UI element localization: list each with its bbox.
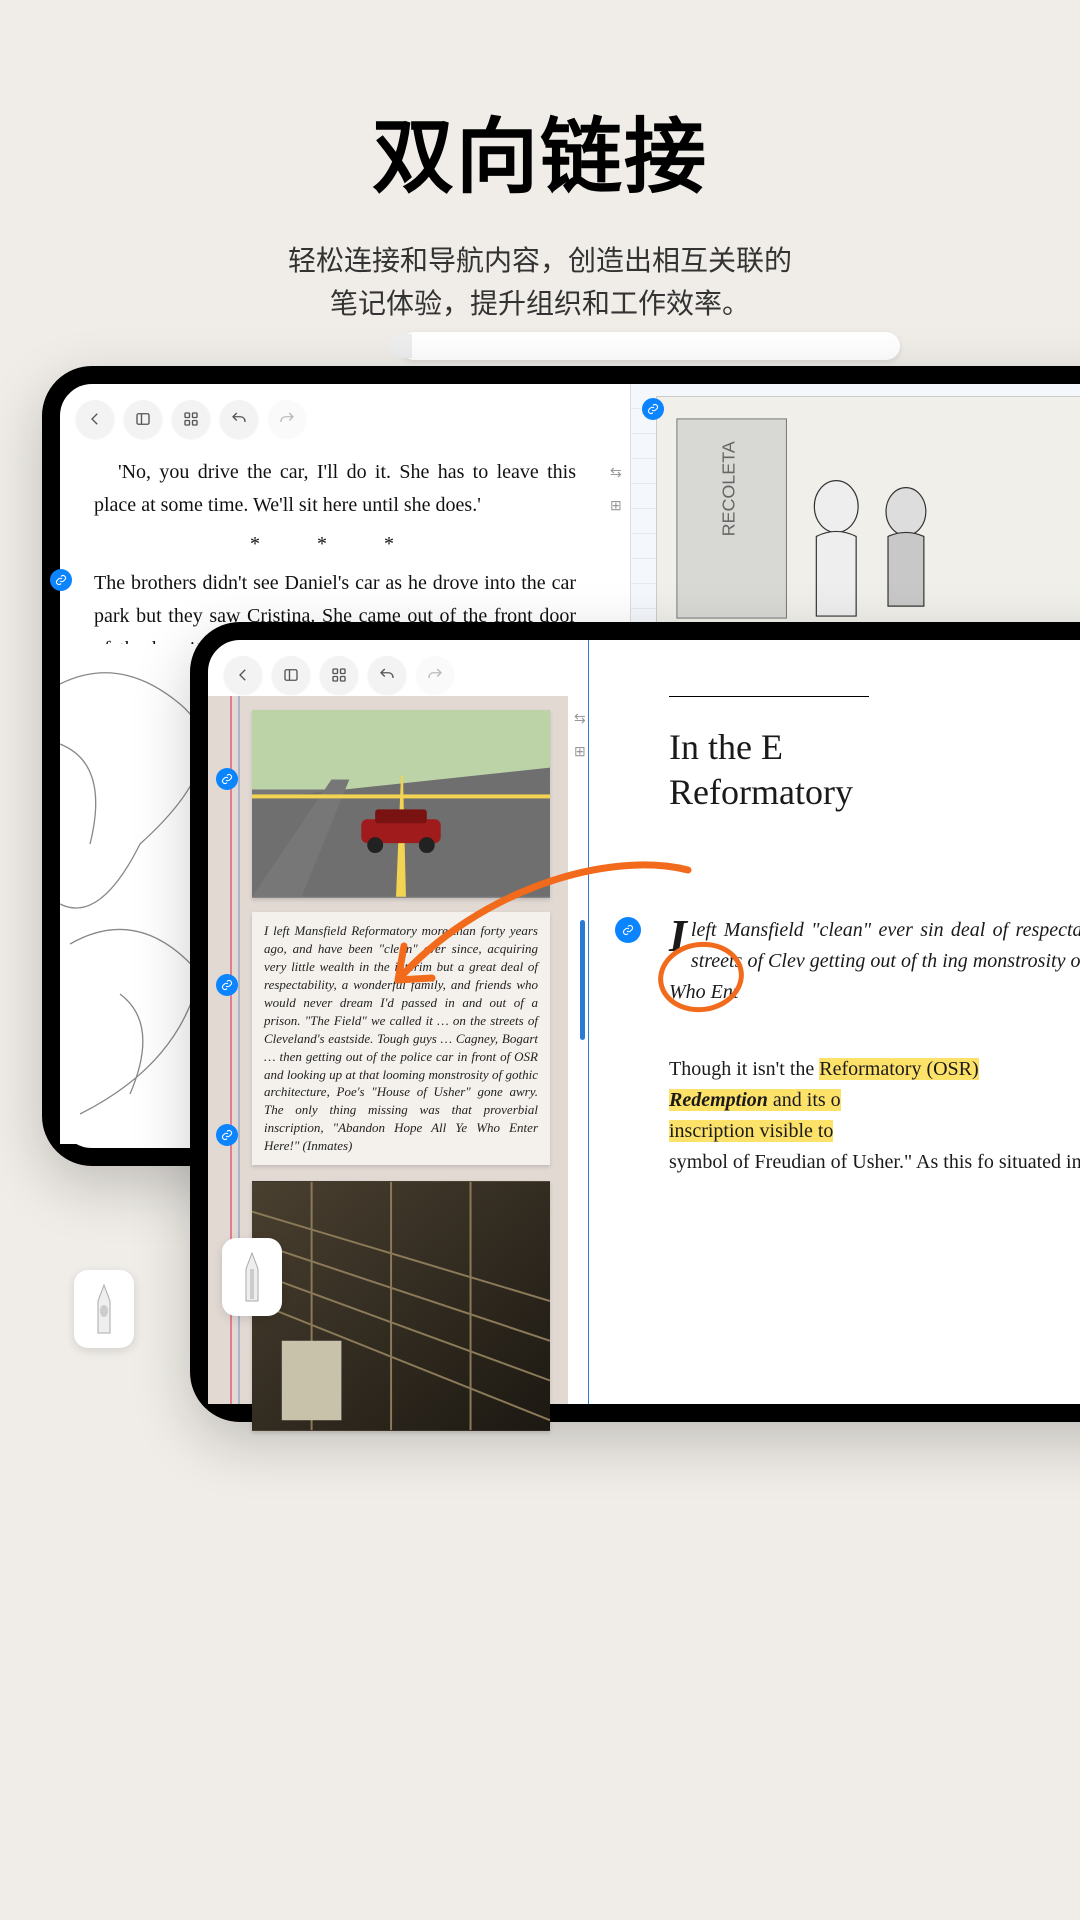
recoleta-illustration: RECOLETA (656, 396, 1080, 644)
link-icon[interactable] (50, 569, 72, 591)
pen-tool-widget[interactable] (222, 1238, 282, 1316)
chapter-rule (669, 696, 869, 697)
note-text-card[interactable]: I left Mansfield Reformatory more than f… (252, 912, 550, 1165)
toolbar-1 (76, 400, 306, 438)
redo-button[interactable] (268, 400, 306, 438)
book-body-2: Though it isn't the Reformatory (OSR) Re… (669, 1054, 1080, 1178)
swap-icon[interactable]: ⇆ (574, 710, 586, 727)
link-icon[interactable] (642, 398, 664, 420)
pen-tool-widget[interactable] (74, 1270, 134, 1348)
ipad-front: ⇆ ⊞ I left Mansfiel (190, 622, 1080, 1422)
grid-view-button[interactable] (172, 400, 210, 438)
page-title: 双向链接 (0, 90, 1080, 209)
split-scrollbar[interactable] (580, 920, 585, 1040)
page-subtitle: 轻松连接和导航内容，创造出相互关联的 笔记体验，提升组织和工作效率。 (0, 239, 1080, 326)
pane-side-tools-2: ⇆ ⊞ (574, 710, 586, 760)
apple-pencil (400, 332, 900, 360)
sidebar-toggle-button[interactable] (272, 656, 310, 694)
link-icon[interactable] (216, 768, 238, 790)
undo-button[interactable] (368, 656, 406, 694)
sidebar-toggle-button[interactable] (124, 400, 162, 438)
image-card-highway[interactable] (252, 710, 550, 898)
toolbar-2 (224, 656, 454, 694)
chapter-title: In the EReformatory (669, 725, 1080, 815)
layout-icon[interactable]: ⊞ (610, 497, 622, 514)
undo-button[interactable] (220, 400, 258, 438)
pane-side-tools: ⇆ ⊞ (610, 464, 622, 514)
grid-view-button[interactable] (320, 656, 358, 694)
back-button[interactable] (76, 400, 114, 438)
swap-icon[interactable]: ⇆ (610, 464, 622, 481)
redo-button[interactable] (416, 656, 454, 694)
svg-text:RECOLETA: RECOLETA (719, 441, 739, 536)
layout-icon[interactable]: ⊞ (574, 743, 586, 760)
image-card-prison[interactable] (252, 1181, 550, 1431)
book-page: In the EReformatory I left Mansfield "cl… (588, 640, 1080, 1404)
link-icon[interactable] (216, 974, 238, 996)
link-icon[interactable] (615, 917, 641, 943)
link-icon[interactable] (216, 1124, 238, 1146)
sketch-illustration (60, 644, 210, 1144)
back-button[interactable] (224, 656, 262, 694)
